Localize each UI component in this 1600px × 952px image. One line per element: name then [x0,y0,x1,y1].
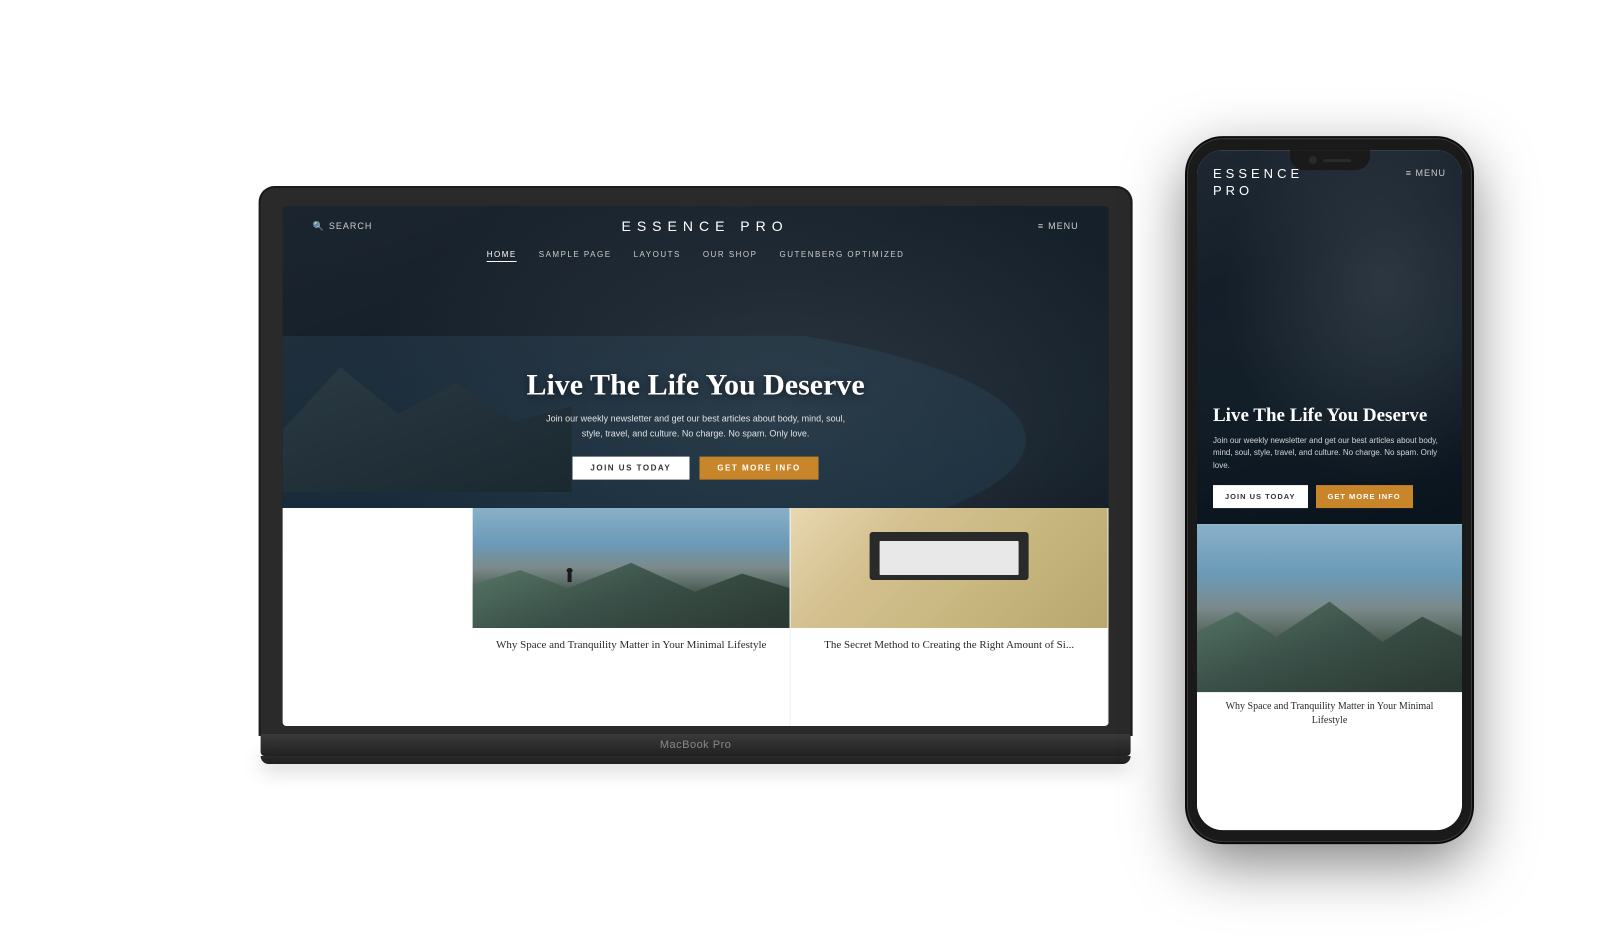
phone-camera [1309,156,1317,164]
phone-card-image [1197,524,1462,692]
phone-screen: ESSENCEPRO ≡ MENU Live The Life You Dese… [1197,150,1462,830]
hero-cta-group: JOIN US TODAY GET MORE INFO [407,457,985,480]
phone-hero-subtitle: Join our weekly newsletter and get our b… [1213,435,1446,473]
phone-site-title: ESSENCEPRO [1213,166,1303,200]
hero-subtitle: Join our weekly newsletter and get our b… [546,412,846,441]
laptop-website: 🔍 SEARCH ESSENCE PRO ≡ MENU HOM [283,206,1109,726]
card-1-content: Why Space and Tranquility Matter in Your… [473,628,790,663]
phone-notch [1290,150,1370,170]
nav-gutenberg[interactable]: GUTENBERG OPTIMIZED [779,250,904,262]
nav-layouts[interactable]: LAYOUTS [634,250,681,262]
card-1-title: Why Space and Tranquility Matter in Your… [487,638,776,653]
search-icon: 🔍 [313,221,325,232]
laptop-foot [261,756,1131,764]
blog-card-empty [283,508,473,726]
site-title: ESSENCE PRO [622,218,789,234]
laptop-base: MacBook Pro [261,734,1131,756]
blog-card-2[interactable]: The Secret Method to Creating the Right … [791,508,1109,726]
card-2-image [791,508,1108,628]
search-button[interactable]: 🔍 SEARCH [313,221,373,232]
scene: 🔍 SEARCH ESSENCE PRO ≡ MENU HOM [0,0,1600,952]
laptop-label: MacBook Pro [660,739,732,751]
laptop-screen: 🔍 SEARCH ESSENCE PRO ≡ MENU HOM [283,206,1109,726]
phone-hero-buttons: JOIN US TODAY GET MORE INFO [1213,485,1446,508]
phone-menu-label: ≡ MENU [1406,168,1446,178]
menu-icon: ≡ [1038,221,1044,231]
get-more-info-button[interactable]: GET MORE INFO [699,457,819,480]
phone-device: ESSENCEPRO ≡ MENU Live The Life You Dese… [1187,138,1472,842]
nav-home[interactable]: HOME [487,250,517,262]
phone-blog: Why Space and Tranquility Matter in Your… [1197,524,1462,830]
menu-button[interactable]: ≡ MENU [1038,221,1079,231]
person-silhouette [568,572,572,582]
phone-hero-content: Live The Life You Deserve Join our weekl… [1197,405,1462,508]
nav-our-shop[interactable]: OUR SHOP [703,250,758,262]
hero-content: Live The Life You Deserve Join our weekl… [407,369,985,480]
card-2-title: The Secret Method to Creating the Right … [805,638,1094,653]
laptop-bezel: 🔍 SEARCH ESSENCE PRO ≡ MENU HOM [261,188,1131,734]
phone-bezel: ESSENCEPRO ≡ MENU Live The Life You Dese… [1187,138,1472,842]
phone-hero-title: Live The Life You Deserve [1213,405,1446,427]
phone-website: ESSENCEPRO ≡ MENU Live The Life You Dese… [1197,150,1462,830]
site-header: 🔍 SEARCH ESSENCE PRO ≡ MENU HOM [283,206,1109,270]
phone-card-title: Why Space and Tranquility Matter in Your… [1197,692,1462,736]
join-us-today-button[interactable]: JOIN US TODAY [572,457,689,480]
menu-label[interactable]: MENU [1048,221,1079,231]
card-2-content: The Secret Method to Creating the Right … [791,628,1108,663]
blog-card-1[interactable]: Why Space and Tranquility Matter in Your… [473,508,791,726]
blog-cards-row: Why Space and Tranquility Matter in Your… [283,508,1109,726]
nav-sample-page[interactable]: SAMPLE PAGE [539,250,612,262]
laptop-device: 🔍 SEARCH ESSENCE PRO ≡ MENU HOM [261,188,1131,764]
search-label[interactable]: SEARCH [329,221,373,231]
phone-menu-button[interactable]: ≡ MENU [1406,166,1446,178]
header-top-row: 🔍 SEARCH ESSENCE PRO ≡ MENU [283,218,1109,242]
phone-speaker [1323,159,1351,162]
main-nav: HOME SAMPLE PAGE LAYOUTS OUR SHOP GUTENB… [487,242,905,270]
phone-get-more-button[interactable]: GET MORE INFO [1316,485,1413,508]
phone-hero: ESSENCEPRO ≡ MENU Live The Life You Dese… [1197,150,1462,524]
hero-title: Live The Life You Deserve [407,369,985,402]
phone-join-us-button[interactable]: JOIN US TODAY [1213,485,1308,508]
card-1-image [473,508,790,628]
